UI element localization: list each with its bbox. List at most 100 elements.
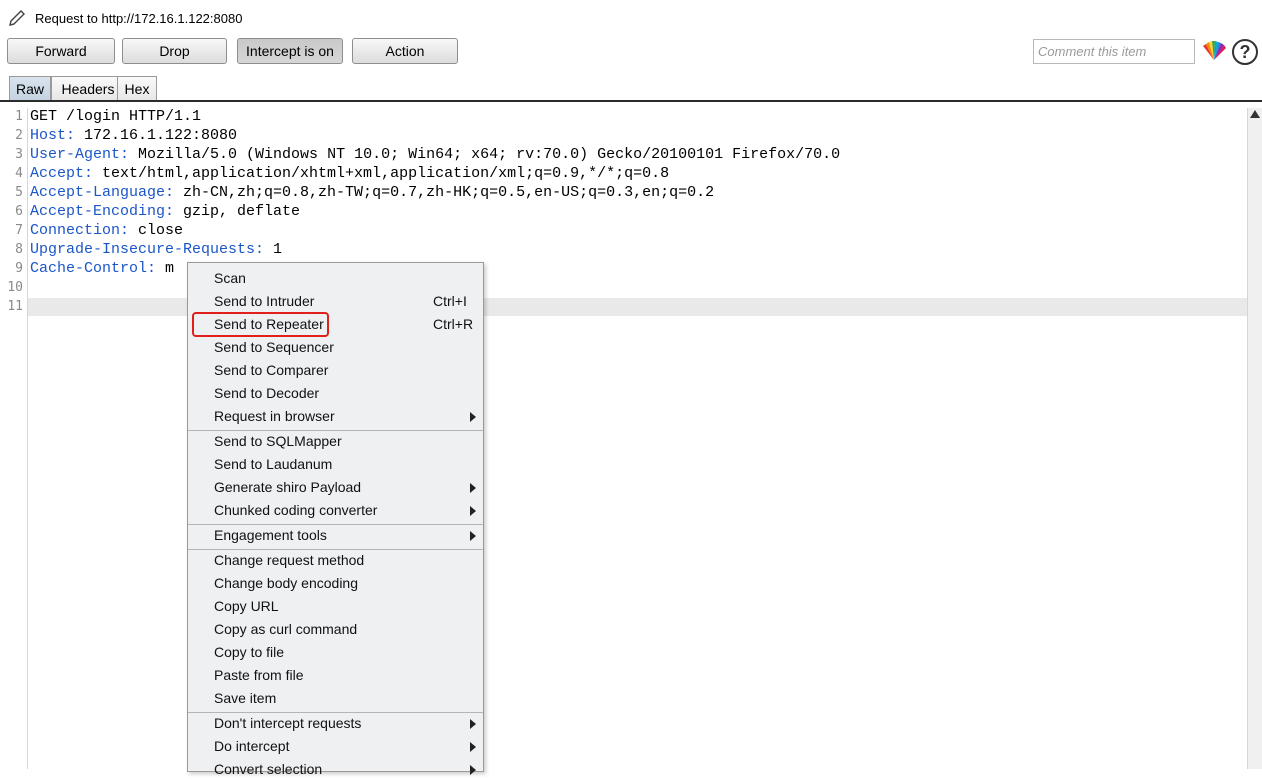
menu-item-label: Chunked coding converter [214,502,378,518]
line-number: 4 [15,166,23,181]
drop-button[interactable]: Drop [122,38,227,64]
scroll-up-icon[interactable] [1250,110,1260,118]
submenu-arrow-icon [470,765,476,775]
menu-item-send-to-sequencer[interactable]: Send to Sequencer [188,336,483,359]
menu-item-engagement-tools[interactable]: Engagement tools [188,524,483,547]
menu-item-label: Save item [214,690,277,706]
submenu-arrow-icon [470,506,476,516]
menu-item-send-to-intruder[interactable]: Send to Intruder Ctrl+I [188,290,483,313]
intercept-toggle-button[interactable]: Intercept is on [237,38,343,64]
repeater-highlight-box [192,312,329,337]
menu-item-label: Convert selection [214,761,323,777]
menu-item-do-intercept[interactable]: Do intercept [188,735,483,758]
help-icon[interactable]: ? [1232,39,1258,65]
comment-input[interactable]: Comment this item [1033,39,1195,64]
menu-item-label: Send to SQLMapper [214,433,342,449]
menu-item-label: Change request method [214,552,365,568]
menu-item-label: Send to Sequencer [214,339,334,355]
menu-item-label: Scan [214,270,246,286]
menu-item-label: Do intercept [214,738,290,754]
code-line: Accept: text/html,application/xhtml+xml,… [30,165,669,182]
line-number: 6 [15,204,23,219]
menu-item-label: Copy URL [214,598,279,614]
window-titlebar: Request to http://172.16.1.122:8080 [0,0,1262,38]
header-value: zh-CN,zh;q=0.8,zh-TW;q=0.7,zh-HK;q=0.5,e… [174,184,715,201]
forward-button[interactable]: Forward [7,38,115,64]
menu-item-label: Copy to file [214,644,285,660]
line-number: 7 [15,223,23,238]
line-number: 5 [15,185,23,200]
line-number: 9 [15,261,23,276]
header-name: Connection: [30,222,130,239]
menu-item-label: Don't intercept requests [214,715,362,731]
pencil-icon[interactable] [7,8,27,28]
menu-item-chunked-coding-converter[interactable]: Chunked coding converter [188,499,483,522]
line-number: 3 [15,147,23,162]
action-button[interactable]: Action [352,38,458,64]
header-value: 172.16.1.122:8080 [75,127,238,144]
menu-item-copy-to-file[interactable]: Copy to file [188,641,483,664]
menu-item-label: Generate shiro Payload [214,479,362,495]
code-line: Upgrade-Insecure-Requests: 1 [30,241,282,258]
submenu-arrow-icon [470,719,476,729]
header-value: text/html,application/xhtml+xml,applicat… [93,165,670,182]
header-value: 1 [264,241,283,258]
menu-item-save-item[interactable]: Save item [188,687,483,710]
header-value: gzip, deflate [174,203,301,220]
context-menu: Scan Send to Intruder Ctrl+I Send to Repe… [187,262,484,777]
header-value: GET /login HTTP/1.1 [30,108,202,125]
menu-item-label: Send to Decoder [214,385,320,401]
header-name: Cache-Control: [30,260,157,277]
tab-headers[interactable]: Headers [51,76,125,101]
editor-scrollbar[interactable] [1247,108,1262,769]
submenu-arrow-icon [470,412,476,422]
menu-item-label: Paste from file [214,667,304,683]
menu-item-label: Engagement tools [214,527,327,543]
line-number: 11 [7,299,23,314]
code-line: Accept-Language: zh-CN,zh;q=0.8,zh-TW;q=… [30,184,714,201]
header-value: Mozilla/5.0 (Windows NT 10.0; Win64; x64… [129,146,841,163]
submenu-arrow-icon [470,742,476,752]
menu-item-send-to-decoder[interactable]: Send to Decoder [188,382,483,405]
code-line: Cache-Control: m [30,260,174,277]
tab-raw[interactable]: Raw [9,76,51,101]
header-name: User-Agent: [30,146,130,163]
line-number: 1 [15,109,23,124]
menu-item-shortcut: Ctrl+I [433,293,467,309]
menu-item-label: Copy as curl command [214,621,358,637]
code-line: Host: 172.16.1.122:8080 [30,127,237,144]
code-line: User-Agent: Mozilla/5.0 (Windows NT 10.0… [30,146,840,163]
menu-item-copy-as-curl[interactable]: Copy as curl command [188,618,483,641]
code-line: Accept-Encoding: gzip, deflate [30,203,300,220]
menu-item-request-in-browser[interactable]: Request in browser [188,405,483,428]
tab-divider [0,100,1262,102]
menu-item-copy-url[interactable]: Copy URL [188,595,483,618]
submenu-arrow-icon [470,483,476,493]
menu-item-paste-from-file[interactable]: Paste from file [188,664,483,687]
menu-item-label: Request in browser [214,408,335,424]
menu-item-label: Send to Intruder [214,293,315,309]
line-number-gutter: 1 2 3 4 5 6 7 8 9 10 11 [0,108,28,769]
code-line: Connection: close [30,222,183,239]
menu-item-change-body-encoding[interactable]: Change body encoding [188,572,483,595]
menu-item-generate-shiro-payload[interactable]: Generate shiro Payload [188,476,483,499]
menu-item-send-to-sqlmapper[interactable]: Send to SQLMapper [188,430,483,453]
line-number: 8 [15,242,23,257]
menu-item-scan[interactable]: Scan [188,267,483,290]
header-name: Accept-Language: [30,184,175,201]
menu-item-dont-intercept[interactable]: Don't intercept requests [188,712,483,735]
highlight-color-icon[interactable] [1201,40,1227,64]
header-name: Upgrade-Insecure-Requests: [30,241,265,258]
header-name: Accept: [30,165,94,182]
tab-hex[interactable]: Hex [117,76,157,101]
menu-item-shortcut: Ctrl+R [433,316,474,332]
menu-item-send-to-comparer[interactable]: Send to Comparer [188,359,483,382]
code-line: GET /login HTTP/1.1 [30,108,201,125]
menu-item-label: Send to Comparer [214,362,329,378]
header-name: Host: [30,127,76,144]
header-value: close [129,222,184,239]
menu-item-send-to-laudanum[interactable]: Send to Laudanum [188,453,483,476]
menu-item-change-request-method[interactable]: Change request method [188,549,483,572]
header-name: Accept-Encoding: [30,203,175,220]
menu-item-convert-selection[interactable]: Convert selection [188,758,483,781]
